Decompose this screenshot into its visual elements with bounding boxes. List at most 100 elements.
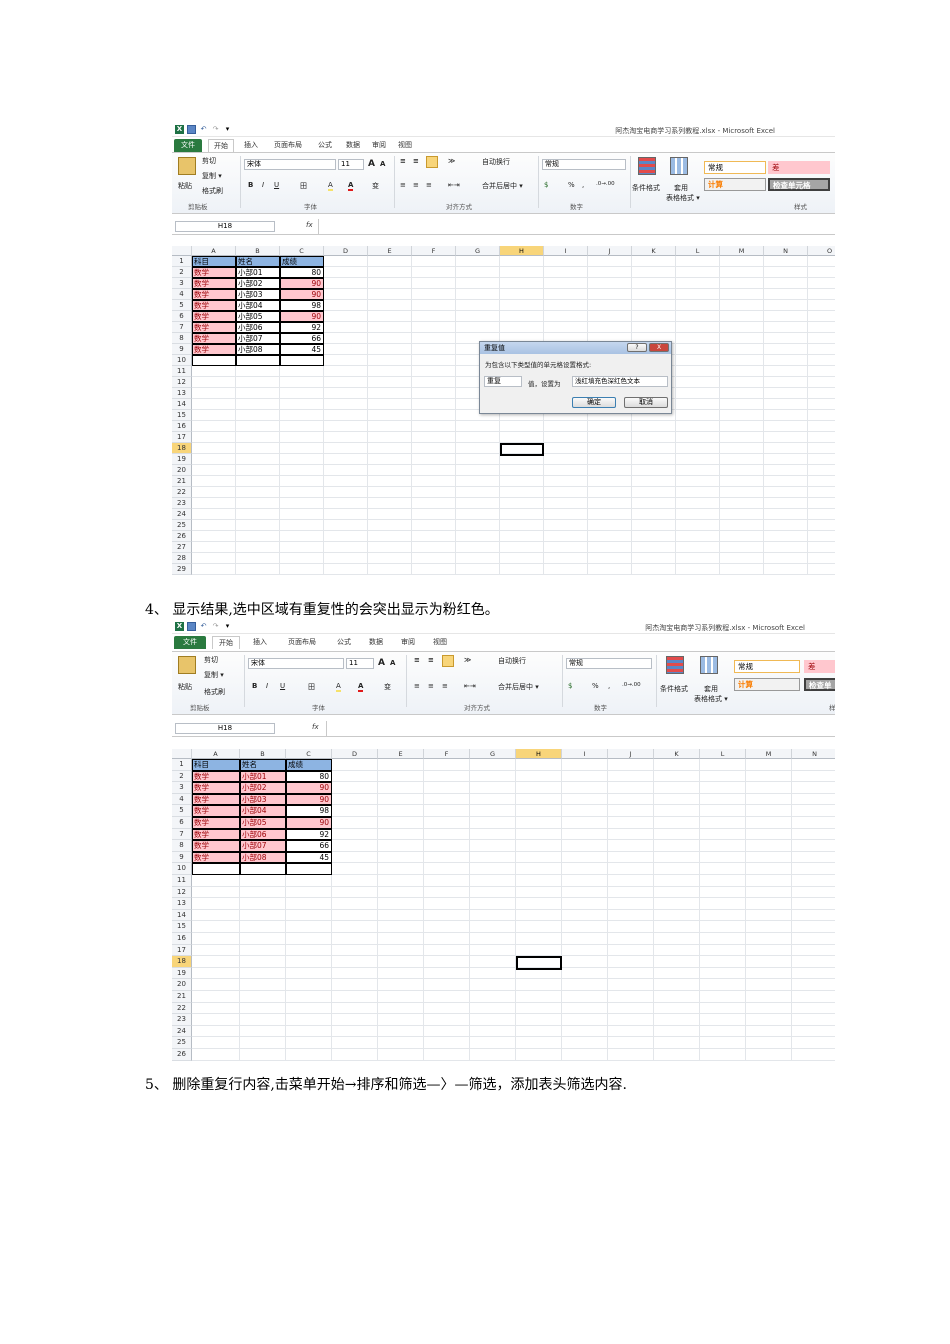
- row-header[interactable]: 25: [172, 1037, 192, 1049]
- tab-page-layout[interactable]: 页面布局: [280, 636, 324, 649]
- align-middle-icon[interactable]: ≡: [413, 157, 419, 165]
- row-header[interactable]: 18: [172, 956, 192, 968]
- row-header[interactable]: 11: [172, 875, 192, 887]
- table-cell[interactable]: 小部01: [240, 770, 286, 783]
- formula-input[interactable]: [318, 219, 835, 234]
- indent-icon[interactable]: ⇤⇥: [464, 682, 476, 690]
- save-icon[interactable]: [187, 622, 196, 631]
- row-header[interactable]: 22: [172, 487, 192, 498]
- comma-button[interactable]: ,: [608, 682, 610, 690]
- row-header[interactable]: 22: [172, 1002, 192, 1015]
- row-header[interactable]: 2: [172, 770, 192, 783]
- column-header[interactable]: C: [280, 246, 324, 256]
- table-cell[interactable]: 小部05: [240, 817, 286, 829]
- style-normal[interactable]: 常规: [704, 161, 766, 174]
- table-cell[interactable]: 80: [286, 770, 332, 783]
- selected-cell-h18[interactable]: [516, 956, 562, 970]
- paste-button[interactable]: 粘贴: [178, 682, 192, 692]
- format-painter-button[interactable]: 格式刷: [202, 186, 223, 196]
- table-header-cell[interactable]: 姓名: [240, 759, 286, 771]
- conditional-format-button[interactable]: 条件格式: [632, 183, 660, 193]
- align-center-icon[interactable]: ≡: [413, 181, 419, 189]
- wrap-text-button[interactable]: 自动换行: [498, 656, 526, 666]
- align-bottom-icon[interactable]: [442, 655, 454, 667]
- style-normal[interactable]: 常规: [734, 660, 800, 673]
- row-header[interactable]: 4: [172, 793, 192, 806]
- cut-button[interactable]: 剪切: [202, 156, 216, 166]
- table-cell[interactable]: 80: [280, 267, 324, 278]
- row-header[interactable]: 3: [172, 278, 192, 289]
- fx-icon[interactable]: fx: [312, 723, 319, 731]
- table-cell[interactable]: 数学: [192, 817, 240, 829]
- row-header[interactable]: 21: [172, 991, 192, 1003]
- table-cell[interactable]: 小部08: [236, 344, 280, 355]
- table-cell[interactable]: 数学: [192, 289, 236, 300]
- row-header[interactable]: 3: [172, 782, 192, 794]
- column-header[interactable]: F: [424, 749, 470, 759]
- select-all-corner[interactable]: [172, 749, 192, 759]
- align-right-icon[interactable]: ≡: [426, 181, 432, 189]
- align-bottom-icon[interactable]: [426, 156, 438, 168]
- table-cell[interactable]: [236, 355, 280, 366]
- table-cell[interactable]: 小部03: [240, 793, 286, 806]
- font-size-select[interactable]: 11: [346, 658, 374, 669]
- column-header[interactable]: K: [632, 246, 676, 256]
- table-cell[interactable]: 小部06: [240, 828, 286, 841]
- selected-cell-h18[interactable]: [500, 443, 544, 456]
- align-left-icon[interactable]: ≡: [414, 682, 420, 690]
- tab-view[interactable]: 视图: [394, 139, 416, 152]
- column-header[interactable]: N: [764, 246, 808, 256]
- row-header[interactable]: 16: [172, 421, 192, 432]
- column-header[interactable]: N: [792, 749, 835, 759]
- table-cell[interactable]: 45: [280, 344, 324, 355]
- table-cell[interactable]: 90: [286, 817, 332, 829]
- border-button[interactable]: 田: [308, 682, 315, 692]
- column-header[interactable]: J: [588, 246, 632, 256]
- align-top-icon[interactable]: ≡: [414, 656, 420, 664]
- style-bad[interactable]: 差: [804, 660, 835, 673]
- row-header[interactable]: 16: [172, 933, 192, 945]
- column-header[interactable]: M: [720, 246, 764, 256]
- table-cell[interactable]: 小部05: [236, 311, 280, 322]
- column-header[interactable]: G: [470, 749, 516, 759]
- fill-color-button[interactable]: A: [328, 181, 333, 191]
- grow-font-button[interactable]: A: [368, 159, 375, 169]
- redo-icon[interactable]: ↷: [211, 125, 220, 134]
- table-cell[interactable]: 数学: [192, 782, 240, 794]
- row-header[interactable]: 20: [172, 979, 192, 991]
- row-header[interactable]: 27: [172, 542, 192, 553]
- tab-insert[interactable]: 插入: [248, 636, 272, 649]
- underline-button[interactable]: U: [274, 181, 279, 189]
- inc-decimal-button[interactable]: .0→.00: [622, 682, 641, 688]
- redo-icon[interactable]: ↷: [211, 622, 220, 631]
- qat-customize-icon[interactable]: ▾: [223, 622, 232, 631]
- row-header[interactable]: 29: [172, 564, 192, 575]
- row-header[interactable]: 7: [172, 828, 192, 841]
- table-cell[interactable]: 数学: [192, 805, 240, 817]
- tab-formulas[interactable]: 公式: [314, 139, 336, 152]
- row-header[interactable]: 24: [172, 509, 192, 520]
- column-header[interactable]: B: [236, 246, 280, 256]
- table-cell[interactable]: 92: [286, 828, 332, 841]
- table-cell[interactable]: 66: [286, 840, 332, 852]
- row-header[interactable]: 10: [172, 863, 192, 875]
- row-header[interactable]: 2: [172, 267, 192, 278]
- table-cell[interactable]: 小部06: [236, 322, 280, 333]
- table-header-cell[interactable]: 科目: [192, 759, 240, 771]
- row-header[interactable]: 14: [172, 909, 192, 922]
- table-header-cell[interactable]: 姓名: [236, 256, 280, 267]
- column-header[interactable]: J: [608, 749, 654, 759]
- column-header[interactable]: L: [700, 749, 746, 759]
- tab-file[interactable]: 文件: [174, 139, 202, 152]
- column-header[interactable]: G: [456, 246, 500, 256]
- copy-button[interactable]: 复制 ▾: [202, 171, 222, 181]
- fill-color-button[interactable]: A: [336, 682, 341, 692]
- row-header[interactable]: 11: [172, 366, 192, 377]
- orientation-icon[interactable]: ≫: [464, 656, 471, 664]
- column-header[interactable]: A: [192, 246, 236, 256]
- tab-file[interactable]: 文件: [174, 636, 206, 649]
- style-check[interactable]: 检查单: [804, 678, 835, 691]
- font-size-select[interactable]: 11: [338, 159, 364, 170]
- table-cell[interactable]: [240, 863, 286, 875]
- paste-icon[interactable]: [178, 656, 196, 674]
